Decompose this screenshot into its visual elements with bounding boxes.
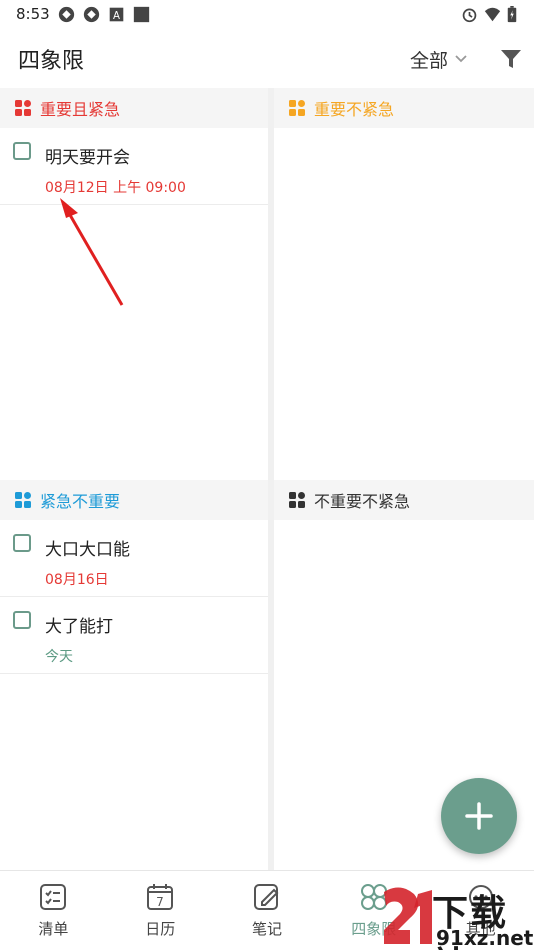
wifi-icon: [484, 7, 501, 22]
quadrant-grid-icon: [15, 492, 31, 508]
svg-text:7: 7: [156, 895, 164, 909]
filter-select-label: 全部: [410, 49, 449, 72]
svg-text:A: A: [113, 11, 120, 22]
task-checkbox[interactable]: [13, 534, 31, 552]
app-bar: 四象限 全部: [0, 28, 534, 88]
nav-item-more[interactable]: 其他: [427, 871, 534, 950]
plus-icon: [465, 802, 493, 830]
checklist-icon: [40, 884, 67, 910]
quadrant-header: 紧急不重要: [0, 480, 268, 520]
a-icon: A: [109, 7, 124, 22]
task-item[interactable]: 大口大口能 08月16日: [0, 520, 268, 597]
quadrant-header: 重要且紧急: [0, 88, 268, 128]
task-checkbox[interactable]: [13, 142, 31, 160]
quadrant-icon: [360, 884, 387, 910]
alarm-icon: [462, 8, 477, 23]
task-date: 08月16日: [45, 572, 109, 588]
nav-label: 其他: [465, 920, 496, 938]
quadrant-grid-icon: [289, 492, 305, 508]
nav-item-notes[interactable]: 笔记: [214, 871, 321, 950]
quadrant-header: 重要不紧急: [274, 88, 534, 128]
quadrant-header: 不重要不紧急: [274, 480, 534, 520]
nav-item-calendar[interactable]: 7 日历: [107, 871, 214, 950]
quadrant-title: 重要不紧急: [314, 100, 395, 119]
chevron-down-icon: [455, 55, 467, 63]
status-time: 8:53: [16, 5, 50, 23]
task-title: 大口大口能: [45, 540, 130, 560]
nav-label: 笔记: [251, 920, 282, 938]
nav-item-checklist[interactable]: 清单: [0, 871, 107, 950]
status-bar: 8:53 A: [0, 0, 534, 28]
note-icon: [253, 884, 279, 910]
quadrant-title: 重要且紧急: [40, 100, 121, 119]
quadrant-grid-icon: [289, 100, 305, 116]
task-item[interactable]: 明天要开会 08月12日 上午 09:00: [0, 128, 268, 205]
more-icon: [468, 885, 493, 909]
category-filter-select[interactable]: 全部: [410, 46, 468, 72]
quadrant-important-urgent: 重要且紧急 明天要开会 08月12日 上午 09:00: [0, 88, 268, 480]
quadrant-task-list: 明天要开会 08月12日 上午 09:00: [0, 128, 268, 205]
square-icon: [133, 6, 150, 23]
funnel-icon[interactable]: [499, 47, 523, 71]
calendar-icon: 7: [147, 884, 174, 910]
quadrant-title: 紧急不重要: [40, 492, 121, 511]
quadrant-grid-icon: [15, 100, 31, 116]
task-title: 明天要开会: [45, 148, 130, 168]
task-item[interactable]: 大了能打 今天: [0, 597, 268, 674]
nav-label: 四象限: [351, 920, 397, 938]
task-date: 08月12日 上午 09:00: [45, 180, 186, 196]
quadrant-divider: [268, 88, 274, 870]
nav-label: 日历: [145, 920, 176, 938]
task-checkbox[interactable]: [13, 611, 31, 629]
sync-icon: [58, 6, 75, 23]
add-task-button[interactable]: [441, 778, 517, 854]
quadrant-important-not-urgent: 重要不紧急: [274, 88, 534, 480]
nav-label: 清单: [38, 920, 69, 938]
nav-item-quadrant[interactable]: 四象限: [320, 871, 427, 950]
bottom-navigation: 清单 7 日历 笔记 四象限 其他: [0, 870, 534, 950]
page-title: 四象限: [18, 49, 85, 74]
task-title: 大了能打: [45, 617, 113, 637]
quadrant-title: 不重要不紧急: [314, 492, 411, 511]
quadrant-task-list: 大口大口能 08月16日 大了能打 今天: [0, 520, 268, 674]
sync-icon: [83, 6, 100, 23]
quadrant-urgent-not-important: 紧急不重要 大口大口能 08月16日 大了能打 今天: [0, 480, 268, 870]
battery-icon: [507, 6, 517, 23]
task-date: 今天: [45, 649, 73, 665]
